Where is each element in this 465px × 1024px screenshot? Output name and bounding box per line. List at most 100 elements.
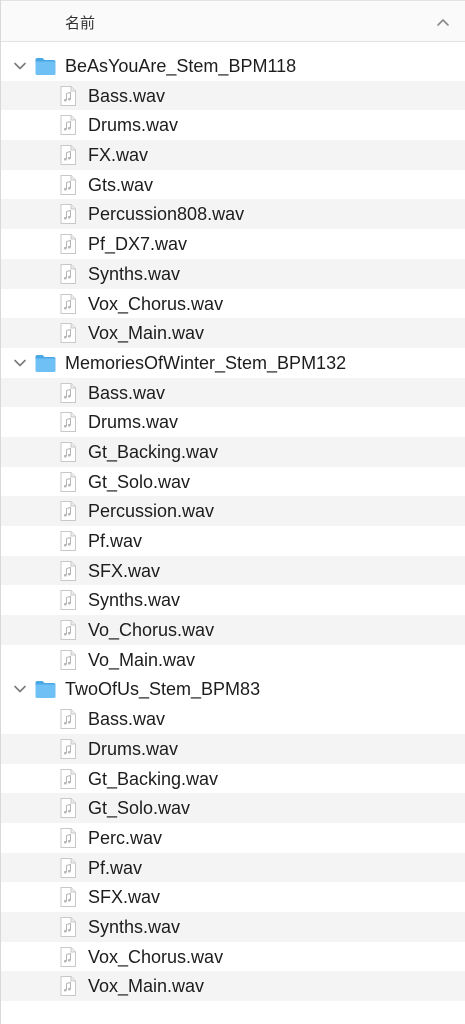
file-name: SFX.wav <box>88 560 161 581</box>
audio-file-icon <box>60 441 76 462</box>
audio-file-icon <box>60 115 76 136</box>
file-name: Percussion808.wav <box>88 204 245 225</box>
finder-list-window: 名前 BeAsYouAre_Stem_BPM118 Bass.wav Drums.w… <box>0 0 465 1024</box>
file-name: Gt_Solo.wav <box>88 798 191 819</box>
file-row[interactable]: Drums.wav <box>1 733 465 764</box>
folder-name: BeAsYouAre_Stem_BPM118 <box>65 56 297 76</box>
audio-file-icon <box>60 857 76 878</box>
file-row[interactable]: Percussion808.wav <box>1 199 465 230</box>
folder-icon <box>35 681 56 699</box>
file-name: Bass.wav <box>88 709 166 730</box>
file-name: Synths.wav <box>88 263 181 284</box>
file-row[interactable]: Vox_Chorus.wav <box>1 942 465 972</box>
file-row[interactable]: Drums.wav <box>1 407 465 437</box>
file-row[interactable]: Bass.wav <box>1 704 465 734</box>
audio-file-icon <box>60 649 76 670</box>
audio-file-icon <box>60 827 76 848</box>
file-row[interactable]: Percussion.wav <box>1 496 465 526</box>
file-row[interactable]: FX.wav <box>1 140 465 170</box>
audio-file-icon <box>60 382 76 403</box>
file-name: Gt_Solo.wav <box>88 471 191 492</box>
audio-file-icon <box>60 174 76 195</box>
file-name: Pf_DX7.wav <box>88 234 188 255</box>
file-row[interactable]: Synths.wav <box>1 258 465 289</box>
chevron-up-icon[interactable] <box>435 15 451 29</box>
file-name: Vo_Main.wav <box>88 649 196 670</box>
folder-row[interactable]: MemoriesOfWinter_Stem_BPM132 <box>1 347 465 378</box>
file-row[interactable]: Pf_DX7.wav <box>1 229 465 259</box>
folder-name: TwoOfUs_Stem_BPM83 <box>65 679 261 700</box>
file-row[interactable]: Synths.wav <box>1 911 465 942</box>
audio-file-icon <box>60 887 76 908</box>
file-row[interactable]: Pf.wav <box>1 526 465 556</box>
file-row[interactable]: SFX.wav <box>1 882 465 912</box>
audio-file-icon <box>60 531 76 551</box>
audio-file-icon <box>60 85 76 106</box>
file-name: Drums.wav <box>88 115 179 136</box>
audio-file-icon <box>60 204 76 225</box>
file-row[interactable]: Gt_Solo.wav <box>1 793 465 823</box>
audio-file-icon <box>60 263 76 284</box>
chevron-down-icon[interactable] <box>13 59 27 73</box>
file-name: Bass.wav <box>88 382 166 403</box>
file-row[interactable]: Vo_Chorus.wav <box>1 615 465 645</box>
audio-file-icon <box>60 738 76 759</box>
audio-file-icon <box>60 946 76 967</box>
file-row[interactable]: Gts.wav <box>1 170 465 200</box>
file-row[interactable]: Gt_Backing.wav <box>1 764 465 794</box>
file-row[interactable]: Bass.wav <box>1 80 465 111</box>
file-name: Gt_Backing.wav <box>88 768 219 789</box>
file-row[interactable]: Bass.wav <box>1 377 465 408</box>
file-row[interactable]: SFX.wav <box>1 555 465 586</box>
audio-file-icon <box>60 145 76 166</box>
audio-file-icon <box>60 709 76 730</box>
file-name: Percussion.wav <box>88 501 215 522</box>
audio-file-icon <box>60 412 76 433</box>
file-name: Vox_Chorus.wav <box>88 293 224 314</box>
file-name: Perc.wav <box>88 827 163 848</box>
audio-file-icon <box>60 590 76 611</box>
audio-file-icon <box>60 620 76 641</box>
file-name: Gts.wav <box>88 174 154 195</box>
file-name: Pf.wav <box>88 531 143 551</box>
chevron-down-icon[interactable] <box>13 682 27 696</box>
file-name: Vox_Main.wav <box>88 976 205 997</box>
file-name: Pf.wav <box>88 857 143 878</box>
file-row[interactable]: Perc.wav <box>1 823 465 853</box>
file-name: Vox_Chorus.wav <box>88 946 224 967</box>
audio-file-icon <box>60 798 76 819</box>
audio-file-icon <box>60 768 76 789</box>
audio-file-icon <box>60 501 76 522</box>
file-row[interactable]: Synths.wav <box>1 585 465 615</box>
file-row[interactable]: Vox_Chorus.wav <box>1 289 465 319</box>
file-row[interactable]: Gt_Backing.wav <box>1 436 465 467</box>
chevron-down-icon[interactable] <box>13 356 27 370</box>
name-column-header[interactable]: 名前 <box>65 12 95 33</box>
file-row[interactable]: Vo_Main.wav <box>1 645 465 675</box>
file-row[interactable]: Gt_Solo.wav <box>1 467 465 497</box>
file-name: Vox_Main.wav <box>88 323 205 344</box>
file-name: Bass.wav <box>88 85 166 106</box>
file-row[interactable]: Vox_Main.wav <box>1 971 465 1001</box>
audio-file-icon <box>60 916 76 937</box>
file-name: Drums.wav <box>88 412 179 433</box>
file-list: BeAsYouAre_Stem_BPM118 Bass.wav Drums.wav F… <box>1 51 465 1001</box>
audio-file-icon <box>60 471 76 492</box>
file-name: FX.wav <box>88 145 149 166</box>
audio-file-icon <box>60 234 76 255</box>
folder-row[interactable]: TwoOfUs_Stem_BPM83 <box>1 674 465 705</box>
audio-file-icon <box>60 976 76 997</box>
audio-file-icon <box>60 323 76 344</box>
folder-icon <box>35 354 56 372</box>
column-header: 名前 <box>1 0 465 42</box>
folder-row[interactable]: BeAsYouAre_Stem_BPM118 <box>1 51 465 81</box>
file-name: SFX.wav <box>88 887 161 908</box>
file-row[interactable]: Pf.wav <box>1 852 465 883</box>
file-row[interactable]: Vox_Main.wav <box>1 318 465 348</box>
file-name: Drums.wav <box>88 738 179 759</box>
file-name: Synths.wav <box>88 916 181 937</box>
audio-file-icon <box>60 293 76 314</box>
file-row[interactable]: Drums.wav <box>1 110 465 140</box>
folder-name: MemoriesOfWinter_Stem_BPM132 <box>65 352 347 373</box>
file-name: Synths.wav <box>88 590 181 611</box>
